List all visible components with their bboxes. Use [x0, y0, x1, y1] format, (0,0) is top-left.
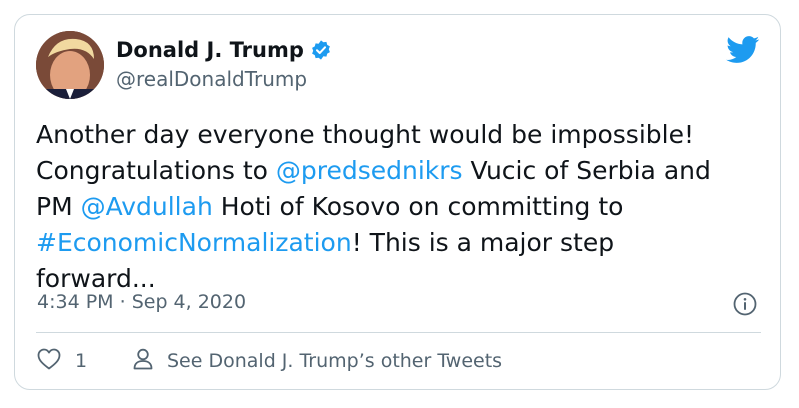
- tweet-text-segment: Another day everyone thought would be im…: [36, 120, 694, 149]
- tweet-line: PM @Avdullah Hoti of Kosovo on committin…: [36, 189, 766, 225]
- hashtag-link[interactable]: #EconomicNormalization: [36, 228, 352, 257]
- display-name[interactable]: Donald J. Trump: [116, 38, 304, 62]
- tweet-line: Congratulations to @predsednikrs Vucic o…: [36, 153, 766, 189]
- mention-link-avdullah[interactable]: @Avdullah: [81, 192, 213, 221]
- timestamp-separator: ·: [119, 291, 126, 313]
- tweet-text-segment: forward...: [36, 264, 156, 293]
- person-icon: [133, 348, 153, 374]
- see-other-tweets-link[interactable]: See Donald J. Trump’s other Tweets: [133, 348, 502, 374]
- tweet-text-segment: Vucic of Serbia and: [462, 156, 711, 185]
- tweet-timestamp[interactable]: 4:34 PM · Sep 4, 2020: [37, 291, 246, 313]
- twitter-bird-icon[interactable]: [726, 36, 760, 64]
- verified-badge-icon: [310, 39, 332, 61]
- divider: [36, 332, 761, 333]
- tweet-text-segment: ! This is a major step: [351, 228, 615, 257]
- user-handle[interactable]: @realDonaldTrump: [116, 67, 307, 91]
- like-button[interactable]: 1: [37, 348, 87, 374]
- info-icon[interactable]: [733, 292, 757, 316]
- like-count: 1: [75, 350, 88, 372]
- tweet-time: 4:34 PM: [37, 291, 114, 313]
- tweet-line: #EconomicNormalization! This is a major …: [36, 225, 766, 261]
- tweet-text-segment: PM: [36, 192, 81, 221]
- tweet-date: Sep 4, 2020: [131, 291, 247, 313]
- tweet-text-segment: Congratulations to: [36, 156, 276, 185]
- tweet-line: Another day everyone thought would be im…: [36, 117, 766, 153]
- tweet-text: Another day everyone thought would be im…: [36, 117, 766, 297]
- tweet-text-segment: Hoti of Kosovo on committing to: [212, 192, 624, 221]
- see-other-tweets-label: See Donald J. Trump’s other Tweets: [167, 350, 503, 372]
- heart-icon: [37, 348, 61, 374]
- avatar[interactable]: [36, 31, 104, 99]
- mention-link-predsednikrs[interactable]: @predsednikrs: [276, 156, 463, 185]
